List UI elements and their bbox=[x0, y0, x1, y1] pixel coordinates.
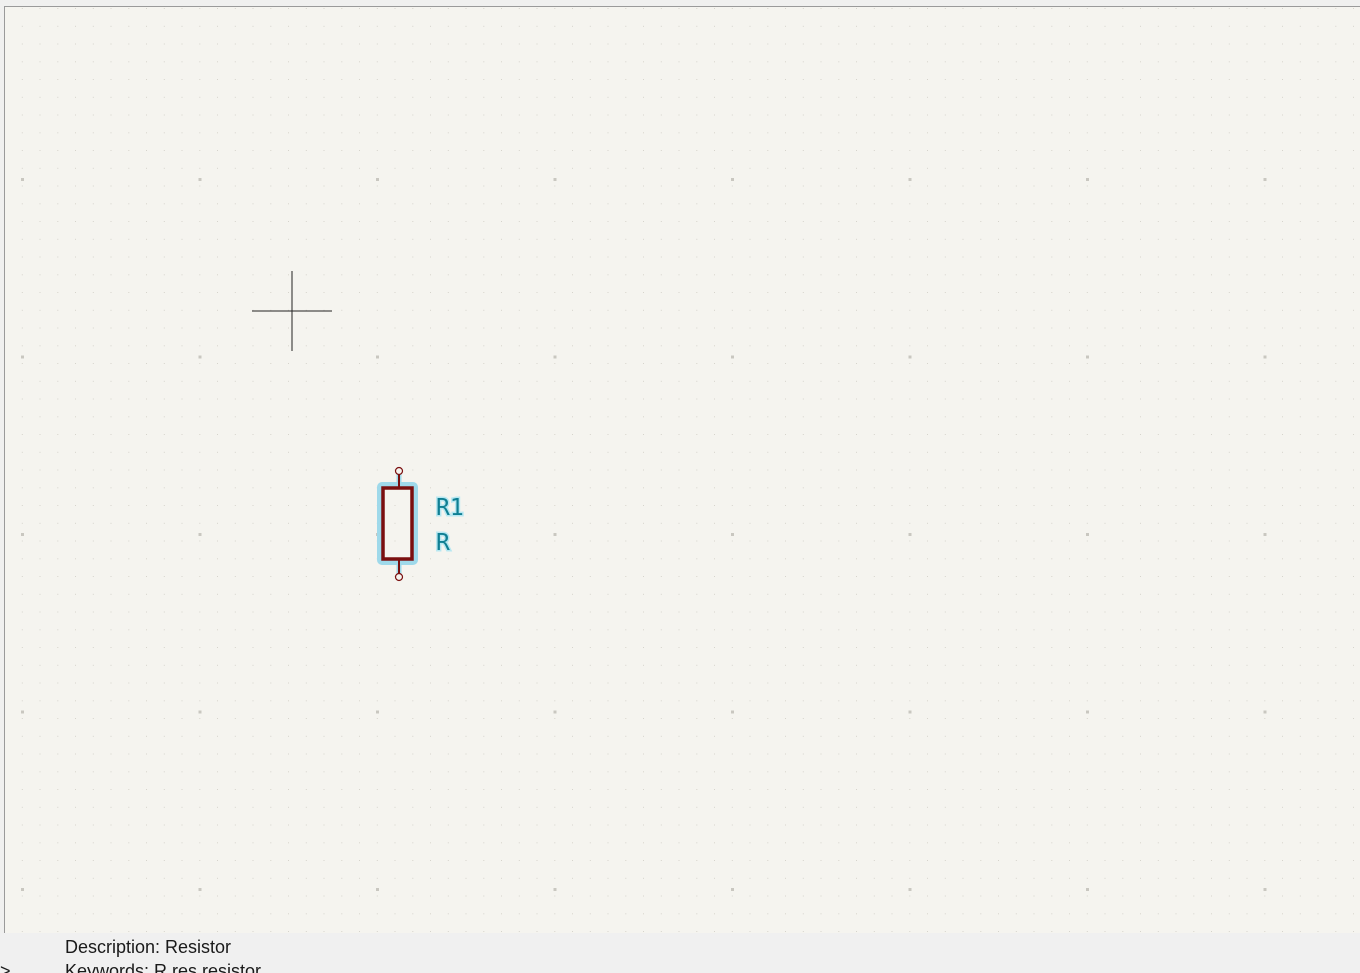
crosshair-cursor-icon bbox=[252, 271, 332, 351]
status-prompt: > bbox=[0, 961, 11, 973]
schematic-canvas[interactable]: R1 R bbox=[5, 7, 1360, 933]
symbol-keywords: Keywords: R res resistor bbox=[65, 961, 262, 973]
reference-designator[interactable]: R1 bbox=[435, 494, 466, 523]
schematic-canvas-area[interactable]: R1 R bbox=[4, 6, 1360, 934]
value-field[interactable]: R bbox=[435, 529, 452, 558]
grid-dots bbox=[21, 8, 1354, 932]
resistor-body bbox=[381, 486, 414, 561]
status-bar: > Description: Resistor Keywords: R res … bbox=[0, 933, 1360, 973]
symbol-description: Description: Resistor bbox=[65, 937, 232, 957]
resistor-symbol[interactable]: R1 R bbox=[377, 466, 466, 582]
pin-2-endpoint[interactable] bbox=[394, 572, 404, 582]
symbol-highlight bbox=[377, 482, 418, 565]
pin-1-endpoint[interactable] bbox=[394, 466, 404, 476]
